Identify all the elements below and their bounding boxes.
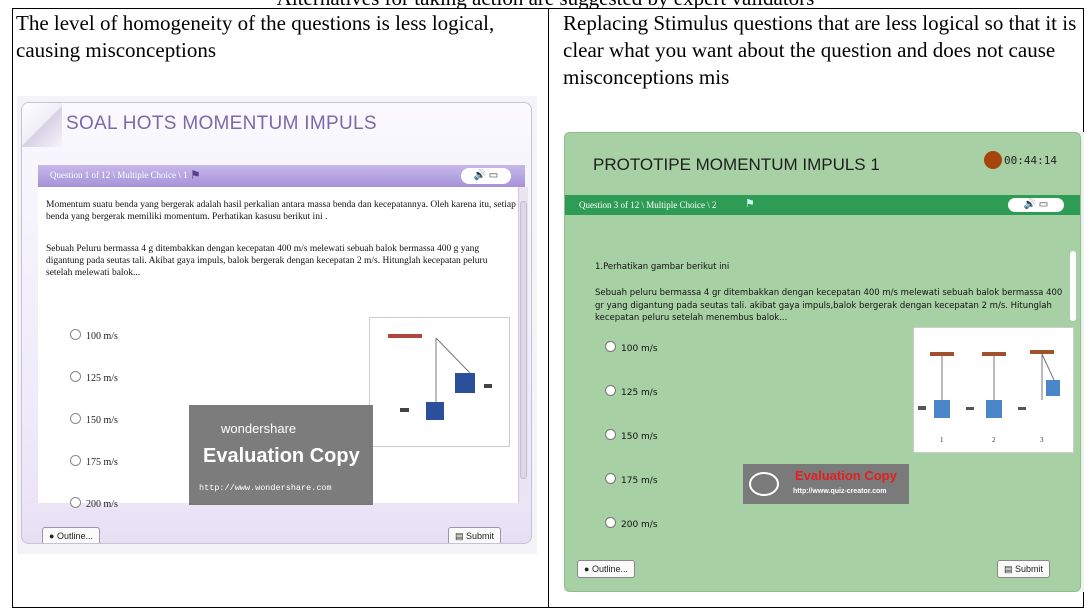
radio-button[interactable] (605, 473, 616, 484)
radio-button[interactable] (605, 429, 616, 440)
play-icon: ● (584, 564, 590, 574)
watermark-url: http://www.quiz-creator.com (793, 488, 887, 495)
list-icon: ▤ (455, 531, 464, 541)
answer-option[interactable]: 125 m/s (605, 385, 658, 398)
scrollbar[interactable] (518, 187, 528, 503)
submit-button[interactable]: ▤ Submit (997, 560, 1051, 578)
evaluation-copy-label: Evaluation Copy (203, 445, 360, 467)
speaker-icon[interactable]: 🔊 (474, 170, 486, 181)
flag-icon[interactable]: ⚑ (745, 197, 755, 210)
figure-label-2: 2 (992, 436, 996, 444)
wondershare-brand: wondershare (221, 421, 297, 436)
question-instruction: 1.Perhatikan gambar berikut ini (595, 262, 730, 272)
radio-button[interactable] (605, 517, 616, 528)
quiz-title: PROTOTIPE MOMENTUM IMPULS 1 (593, 155, 880, 174)
outline-button[interactable]: ● Outline... (577, 560, 635, 578)
print-icon[interactable]: ▭ (1039, 199, 1048, 210)
quiz-window: SOAL HOTS MOMENTUM IMPULS Question 1 of … (21, 102, 532, 544)
question-paragraph-2: Sebuah Peluru bermassa 4 g ditembakkan d… (46, 244, 488, 278)
outline-button[interactable]: ● Outline... (42, 527, 100, 543)
column-divider (548, 8, 549, 608)
clipped-top-text: Alternatives for taking action are sugge… (0, 0, 1091, 8)
radio-button[interactable] (70, 497, 81, 508)
answer-option[interactable]: 100 m/s (70, 329, 118, 342)
question-paragraph: Sebuah peluru bermassa 4 gr ditembakkan … (595, 288, 1063, 323)
question-header: Question 1 of 12 \ Multiple Choice \ 1 (50, 170, 188, 180)
play-icon: ● (49, 531, 55, 541)
page-curl-decoration (22, 103, 62, 147)
right-quiz-screenshot: PROTOTIPE MOMENTUM IMPULS 1 00:44:14 Que… (564, 132, 1084, 592)
quiz-title: SOAL HOTS MOMENTUM IMPULS (66, 113, 377, 134)
left-caption: The level of homogeneity of the question… (16, 11, 495, 62)
question-paragraph-1: Momentum suatu benda yang bergerak adala… (46, 200, 516, 222)
answer-option[interactable]: 200 m/s (605, 517, 658, 530)
answer-option[interactable]: 100 m/s (605, 341, 658, 354)
question-header-bar: Question 1 of 12 \ Multiple Choice \ 1 ⚑… (38, 165, 525, 187)
radio-button[interactable] (605, 385, 616, 396)
evaluation-copy-label: Evaluation Copy (795, 468, 897, 483)
figure-label-3: 3 (1040, 436, 1044, 444)
quiz-timer: 00:44:14 (984, 151, 1057, 169)
audio-print-tools[interactable]: 🔊 ▭ (461, 168, 511, 184)
radio-button[interactable] (605, 341, 616, 352)
pendulum-diagram: 1 2 3 (918, 350, 1060, 444)
watermark-url: http://www.wondershare.com (199, 483, 332, 493)
flag-icon[interactable]: ⚑ (190, 168, 201, 183)
audio-print-tools[interactable]: 🔊 ▭ (1008, 198, 1064, 212)
answer-option[interactable]: 125 m/s (70, 371, 118, 384)
pendulum-figure (369, 317, 510, 447)
answer-option[interactable]: 175 m/s (70, 455, 118, 468)
pendulum-diagram (388, 334, 492, 420)
radio-button[interactable] (70, 371, 81, 382)
print-icon[interactable]: ▭ (489, 170, 498, 181)
answer-option[interactable]: 150 m/s (70, 413, 118, 426)
quiz-window: PROTOTIPE MOMENTUM IMPULS 1 00:44:14 Que… (564, 132, 1081, 592)
answer-option[interactable]: 200 m/s (70, 497, 118, 510)
answer-option[interactable]: 150 m/s (605, 429, 658, 442)
scrollbar-thumb[interactable] (520, 201, 527, 479)
pendulum-figure: 1 2 3 (913, 327, 1074, 453)
quiz-creator-logo-icon (749, 472, 779, 496)
evaluation-watermark: Evaluation Copy http://www.quiz-creator.… (743, 464, 909, 504)
timer-icon (984, 151, 1002, 169)
answer-option[interactable]: 175 m/s (605, 473, 658, 486)
left-quiz-screenshot: SOAL HOTS MOMENTUM IMPULS Question 1 of … (17, 96, 537, 554)
question-header: Question 3 of 12 \ Multiple Choice \ 2 (579, 200, 717, 210)
question-header-bar: Question 3 of 12 \ Multiple Choice \ 2 ⚑… (565, 195, 1080, 215)
scrollbar[interactable] (1070, 251, 1076, 321)
list-icon: ▤ (1004, 564, 1013, 574)
figure-label-1: 1 (940, 436, 944, 444)
submit-button[interactable]: ▤ Submit (448, 527, 502, 543)
radio-button[interactable] (70, 455, 81, 466)
speaker-icon[interactable]: 🔊 (1024, 199, 1036, 210)
radio-button[interactable] (70, 329, 81, 340)
right-caption: Replacing Stimulus questions that are le… (563, 11, 1077, 89)
radio-button[interactable] (70, 413, 81, 424)
evaluation-watermark: wondershare Evaluation Copy http://www.w… (189, 405, 373, 505)
